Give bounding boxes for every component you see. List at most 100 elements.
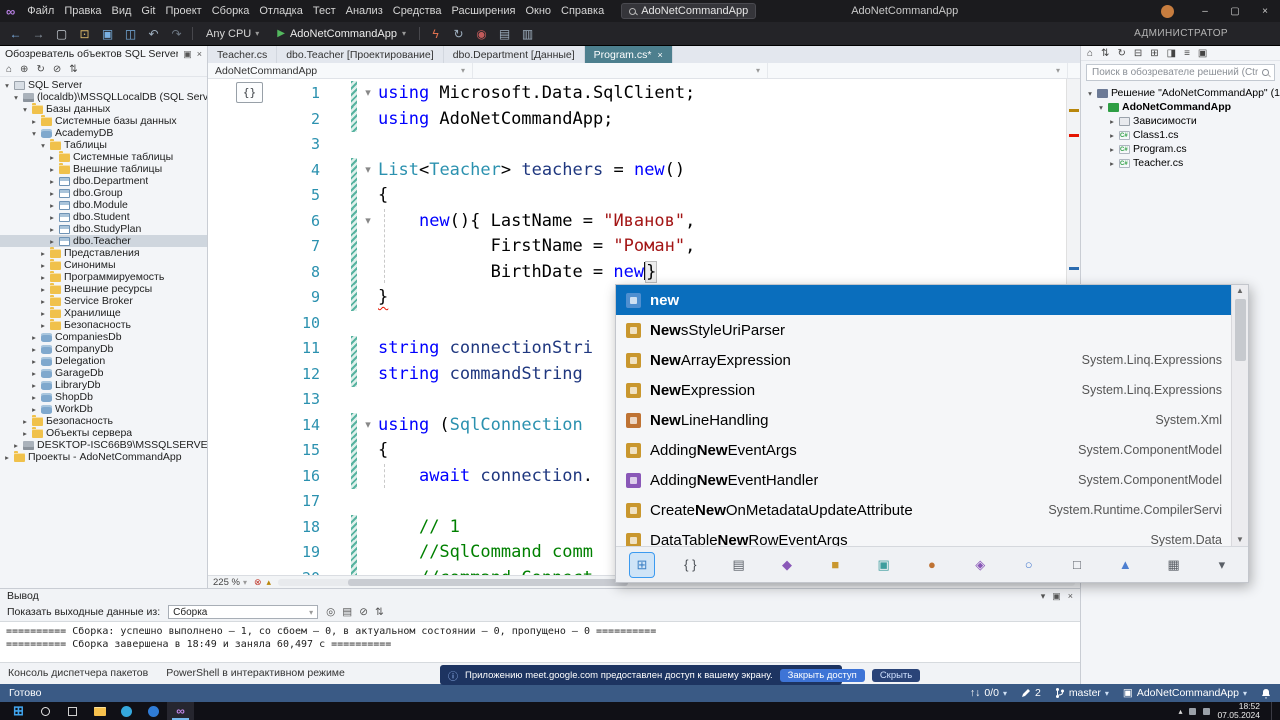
sql-tree-item[interactable]: ▸ LibraryDb [0,379,207,391]
solution-tree-item[interactable]: ▸ Зависимости [1081,114,1280,128]
filter-methods[interactable]: ◆ [775,553,799,577]
scroll-up-icon[interactable]: ▲ [1232,285,1248,297]
sql-tree-item[interactable]: ▸ Service Broker [0,295,207,307]
edge-button[interactable] [113,702,140,720]
task-view-button[interactable] [59,702,86,720]
expander-icon[interactable]: ▸ [48,225,56,234]
panel-tab[interactable]: Консоль диспетчера пакетов [8,667,148,679]
document-tab[interactable]: dbo.Department [Данные] [444,46,585,63]
completion-item[interactable]: DataTableNewRowEventArgs System.Data [616,525,1248,546]
warning-indicator-icon[interactable]: ▴ [267,577,272,588]
line-number[interactable]: 19 [208,540,320,566]
expander-icon[interactable]: ▸ [48,237,56,246]
sql-tree-item[interactable]: ▸ Проекты - AdoNetCommandApp [0,451,207,463]
menu-item[interactable]: Справка [556,5,609,17]
stop-icon[interactable]: ⊘ [53,64,61,75]
account-avatar[interactable] [1161,4,1174,18]
preview-icon[interactable]: ≡ [1184,48,1190,59]
expander-icon[interactable]: ▸ [1108,145,1116,154]
code-line[interactable]: 3 [208,132,1066,158]
sql-tree-item[interactable]: ▸ Внешние таблицы [0,163,207,175]
wordwrap-icon[interactable]: ▤ [342,606,352,618]
line-number[interactable]: 13 [208,387,320,413]
sql-tree-item[interactable]: ▸ CompaniesDb [0,331,207,343]
expander-icon[interactable]: ▾ [30,129,38,138]
line-number[interactable]: 10 [208,311,320,337]
expander-icon[interactable]: ▸ [30,345,38,354]
sql-tree-item[interactable]: ▾ Таблицы [0,139,207,151]
expander-icon[interactable]: ▸ [1108,117,1116,126]
output-text[interactable]: ========== Сборка: успешно выполнено — 1… [0,621,1080,663]
line-number[interactable]: 1 [208,81,320,107]
expander-icon[interactable]: ▸ [1108,159,1116,168]
menu-item[interactable]: Отладка [254,5,307,17]
filter-enums[interactable]: ● [920,553,944,577]
clear-output-icon[interactable]: ⊘ [359,606,368,618]
volume-icon[interactable] [1203,707,1211,715]
line-number[interactable]: 7 [208,234,320,260]
refresh-icon[interactable]: ↻ [36,64,44,75]
sql-tree-item[interactable]: ▸ dbo.Department [0,175,207,187]
line-number[interactable]: 20 [208,566,320,576]
sql-tree-item[interactable]: ▸ dbo.Student [0,211,207,223]
line-number[interactable]: 4 [208,158,320,184]
expander-icon[interactable]: ▸ [21,417,29,426]
line-number[interactable]: 8 [208,260,320,286]
solution-tree-item[interactable]: ▾ AdoNetCommandApp [1081,100,1280,114]
panel-tab[interactable]: PowerShell в интерактивном режиме [166,667,345,679]
close-button[interactable]: × [1250,0,1280,22]
expander-icon[interactable]: ▸ [48,189,56,198]
expand-all-icon[interactable]: ⊞ [1150,48,1158,59]
line-number[interactable]: 16 [208,464,320,490]
filter-icon[interactable]: ⇅ [69,64,77,75]
line-number[interactable]: 2 [208,107,320,133]
completion-item[interactable]: NewLineHandling System.Xml [616,405,1248,435]
completion-item[interactable]: AddingNewEventArgs System.ComponentModel [616,435,1248,465]
filter-delegates[interactable]: ◈ [968,553,992,577]
filter-expander[interactable]: ▾ [1210,553,1234,577]
menu-item[interactable]: Проект [160,5,206,17]
home-icon[interactable]: ⌂ [1087,48,1093,59]
completion-item[interactable]: AddingNewEventHandler System.ComponentMod… [616,465,1248,495]
global-search-box[interactable]: AdoNetCommandApp [621,3,757,19]
menu-item[interactable]: Правка [59,5,106,17]
outline-icon[interactable]: ▤ [497,27,512,41]
expander-icon[interactable]: ▸ [21,429,29,438]
fold-arrow-icon[interactable]: ▾ [361,81,375,107]
expander-icon[interactable]: ▸ [30,333,38,342]
document-tab[interactable]: Program.cs* × [584,46,673,63]
expander-icon[interactable]: ▸ [48,153,56,162]
line-number[interactable]: 12 [208,362,320,388]
git-sync-status[interactable]: ↑↓ 0/0 ▾ [970,687,1007,699]
scrollbar-thumb[interactable] [348,578,629,586]
save-icon[interactable]: ▣ [100,27,115,41]
completion-item[interactable]: NewExpression System.Linq.Expressions [616,375,1248,405]
sql-tree-item[interactable]: ▸ Безопасность [0,319,207,331]
expander-icon[interactable]: ▾ [1086,89,1094,98]
sql-tree-item[interactable]: ▸ dbo.Group [0,187,207,199]
code-line[interactable]: 2 using AdoNetCommandApp; [208,106,1066,133]
expander-icon[interactable]: ▸ [48,165,56,174]
sql-tree-item[interactable]: ▸ DESKTOP-ISC66B9\MSSQLSERVER2022 (SQL Se… [0,439,207,451]
home-icon[interactable]: ⌂ [6,64,12,75]
expander-icon[interactable]: ▸ [3,453,11,462]
menu-item[interactable]: Окно [520,5,556,17]
sql-tree-item[interactable]: ▸ dbo.Teacher [0,235,207,247]
sql-tree-item[interactable]: ▸ Внешние ресурсы [0,283,207,295]
close-panel-icon[interactable]: × [1068,591,1073,602]
line-number[interactable]: 5 [208,183,320,209]
start-button[interactable]: ⊞ [5,702,32,720]
expander-icon[interactable]: ▸ [39,309,47,318]
zoom-control[interactable]: 225 % ▾ [213,577,247,588]
solution-tree-item[interactable]: ▸ Teacher.cs [1081,156,1280,170]
sql-tree-item[interactable]: ▸ Delegation [0,355,207,367]
expander-icon[interactable]: ▸ [30,381,38,390]
sql-tree-item[interactable]: ▸ dbo.StudyPlan [0,223,207,235]
panel-options-icon[interactable]: ▾ [1041,591,1046,602]
expander-icon[interactable]: ▾ [21,105,29,114]
filter-classes[interactable]: ■ [823,553,847,577]
properties-icon[interactable]: ▣ [1198,48,1207,59]
find-output-icon[interactable]: ◎ [326,606,335,618]
sql-tree-item[interactable]: ▸ Представления [0,247,207,259]
expander-icon[interactable]: ▾ [39,141,47,150]
